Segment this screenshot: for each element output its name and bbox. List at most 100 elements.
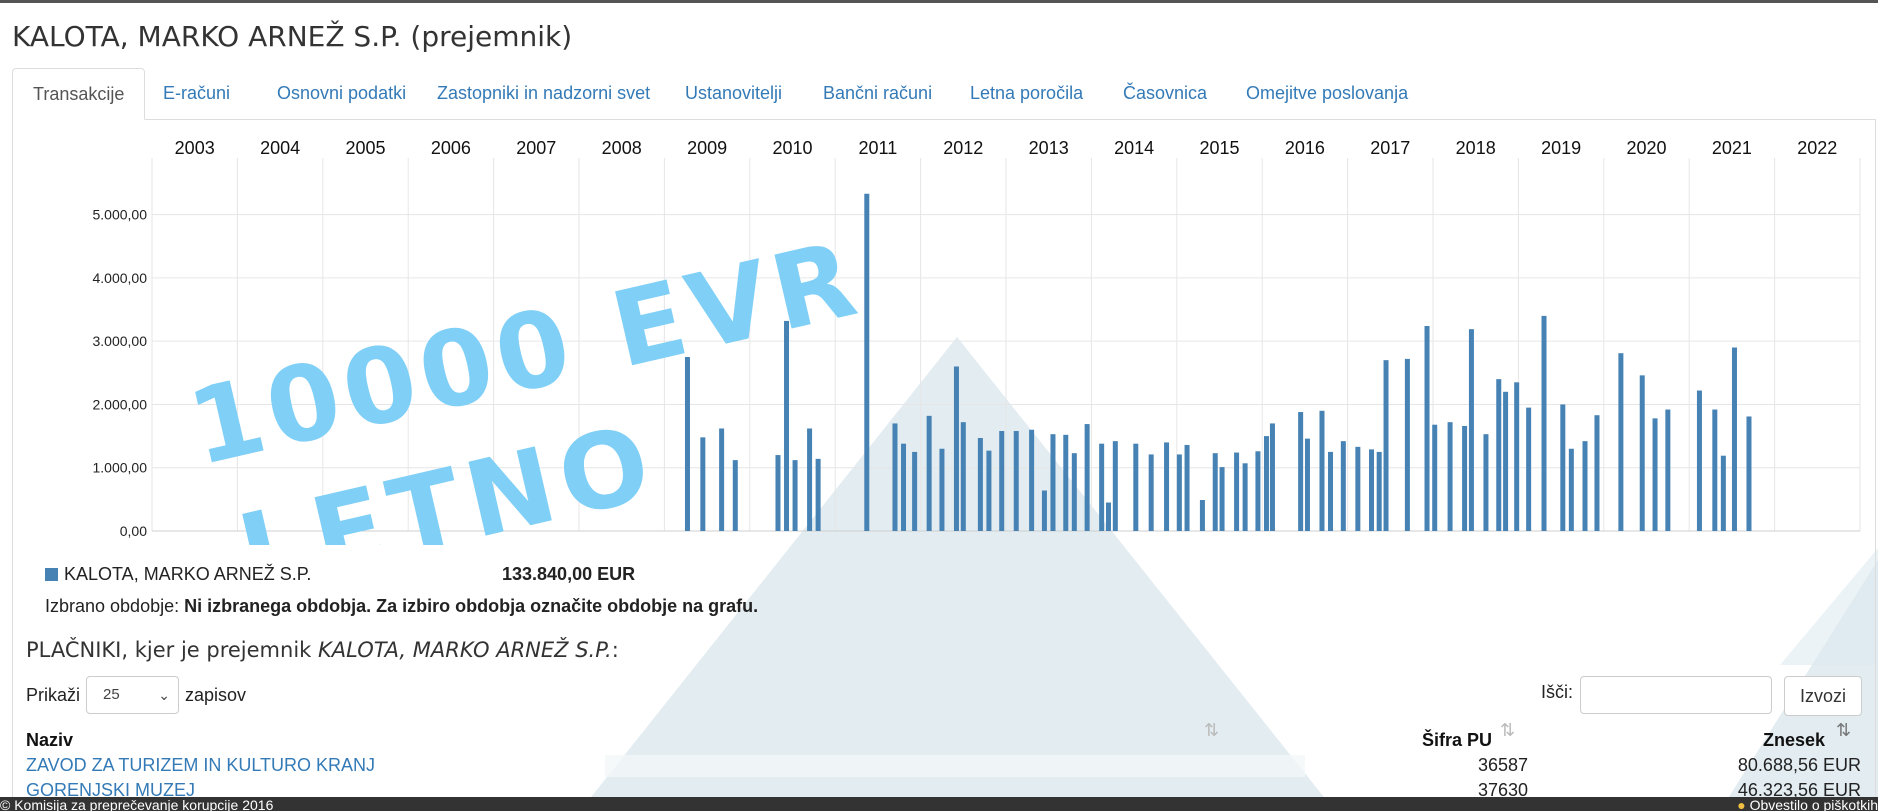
chart-bar[interactable]	[1176, 454, 1182, 531]
chart-bar[interactable]	[1369, 449, 1375, 531]
payer-name-link[interactable]: ZAVOD ZA TURIZEM IN KULTURO KRANJ	[26, 755, 375, 776]
chart-bar[interactable]	[999, 431, 1005, 531]
chart-bar[interactable]	[1099, 443, 1105, 531]
chart-bar[interactable]	[1112, 441, 1118, 531]
chart-bar[interactable]	[1063, 434, 1069, 531]
column-header-znesek[interactable]: Znesek	[1763, 730, 1825, 751]
chart-bar[interactable]	[1462, 425, 1468, 531]
chart-bar[interactable]	[1263, 436, 1269, 531]
sort-desc-icon[interactable]: ⇅	[1836, 720, 1851, 741]
chart-bar[interactable]	[1526, 407, 1532, 531]
chart-bar[interactable]	[1199, 499, 1205, 531]
chart-bar[interactable]	[912, 451, 918, 531]
chart-bar[interactable]	[939, 448, 945, 531]
chart-bar[interactable]	[1376, 451, 1382, 531]
chart-bar[interactable]	[1383, 360, 1389, 531]
chart-bar[interactable]	[1404, 358, 1410, 531]
chart-bar[interactable]	[1328, 451, 1334, 531]
chart-bar[interactable]	[1148, 454, 1154, 531]
chart-bar[interactable]	[1071, 453, 1077, 531]
chart-bar[interactable]	[1639, 375, 1645, 531]
chart-bar[interactable]	[815, 458, 821, 531]
chart-bar[interactable]	[1013, 431, 1019, 531]
chart-bar[interactable]	[960, 422, 966, 531]
chart-bar[interactable]	[1355, 446, 1361, 531]
export-button[interactable]: Izvozi	[1784, 676, 1862, 716]
chart-bar[interactable]	[1483, 434, 1489, 531]
column-header-sifra-pu[interactable]: Šifra PU	[1422, 730, 1492, 751]
chart-bar[interactable]	[864, 193, 870, 532]
chart-bar[interactable]	[807, 428, 813, 531]
chart-bar[interactable]	[1164, 442, 1170, 531]
chart-bar[interactable]	[1746, 416, 1752, 531]
page-size-select[interactable]: 25 ⌄	[86, 676, 180, 714]
chart-bar[interactable]	[1720, 455, 1726, 531]
tab-letna-porocila[interactable]: Letna poročila	[950, 68, 1103, 120]
tab-bancni-racuni[interactable]: Bančni računi	[803, 68, 952, 120]
chart-bar[interactable]	[1029, 429, 1035, 531]
chart-bar[interactable]	[1696, 390, 1702, 531]
chart-bar[interactable]	[719, 428, 725, 531]
chart-bar[interactable]	[1652, 418, 1658, 531]
chart-bar[interactable]	[700, 437, 706, 531]
chart-bar[interactable]	[1541, 315, 1547, 531]
tab-zastopniki[interactable]: Zastopniki in nadzorni svet	[417, 68, 670, 120]
chart-bar[interactable]	[1105, 502, 1111, 531]
tab-omejitve-poslovanja[interactable]: Omejitve poslovanja	[1226, 68, 1428, 120]
chart-bar[interactable]	[1219, 467, 1225, 531]
chart-bar[interactable]	[1304, 438, 1310, 531]
chart-bar[interactable]	[1618, 353, 1624, 531]
chart-bar[interactable]	[1255, 451, 1261, 531]
chart-bar[interactable]	[1041, 490, 1047, 531]
tab-ustanovitelji[interactable]: Ustanovitelji	[665, 68, 802, 120]
sort-icon[interactable]: ⇅	[1204, 720, 1219, 741]
chart-bar[interactable]	[901, 443, 907, 531]
sort-icon[interactable]: ⇅	[1500, 720, 1515, 741]
chart-bar[interactable]	[1133, 443, 1139, 531]
chart-bar[interactable]	[1424, 325, 1430, 531]
chart-bar[interactable]	[1234, 452, 1240, 531]
chart-bar[interactable]	[1050, 434, 1056, 531]
chart-bar[interactable]	[1468, 329, 1474, 531]
chart-bar[interactable]	[1503, 391, 1509, 531]
chart-bar[interactable]	[892, 423, 898, 531]
chart-bar[interactable]	[1665, 409, 1671, 531]
chart-bar[interactable]	[1712, 409, 1718, 531]
tab-e-racuni[interactable]: E-računi	[143, 68, 250, 120]
chart-bar[interactable]	[1298, 412, 1304, 531]
chart-bar[interactable]	[1731, 347, 1737, 531]
chart-bar[interactable]	[1560, 404, 1566, 531]
tab-casovnica[interactable]: Časovnica	[1103, 68, 1227, 120]
tab-transakcije[interactable]: Transakcije	[12, 68, 146, 120]
chart-bar[interactable]	[1269, 423, 1275, 531]
chart-bar[interactable]	[1184, 444, 1190, 531]
chart-bar[interactable]	[1340, 441, 1346, 531]
page-size-value: 25	[103, 686, 120, 703]
cookie-notice-link[interactable]: ● Obvestilo o piškotkih	[1737, 798, 1878, 811]
chart-bar[interactable]	[953, 366, 959, 531]
chart-bar[interactable]	[977, 437, 983, 531]
chart-bar[interactable]	[1496, 379, 1502, 531]
search-input[interactable]	[1580, 676, 1772, 714]
tab-osnovni-podatki[interactable]: Osnovni podatki	[257, 68, 426, 120]
chart-bar[interactable]	[1568, 448, 1574, 531]
chart-bar[interactable]	[986, 450, 992, 531]
chart-bar[interactable]	[926, 415, 932, 531]
chart-bar[interactable]	[684, 357, 690, 531]
chart-bar[interactable]	[1432, 424, 1438, 531]
column-header-naziv[interactable]: Naziv	[26, 730, 73, 751]
chart-bar[interactable]	[1212, 453, 1218, 531]
transactions-chart[interactable]: 0,00 1.000,00 2.000,00 3.000,00 4.000,00 5.00…	[0, 125, 1878, 545]
chart-bar[interactable]	[1447, 422, 1453, 531]
chart-bar[interactable]	[775, 455, 781, 531]
chart-bar[interactable]	[1242, 463, 1248, 531]
chart-legend[interactable]: KALOTA, MARKO ARNEŽ S.P.	[45, 564, 311, 585]
chart-bar[interactable]	[1514, 382, 1520, 531]
chart-bar[interactable]	[1594, 415, 1600, 531]
x-tick-label: 2013	[1029, 138, 1069, 158]
chart-bar[interactable]	[1084, 424, 1090, 531]
chart-bar[interactable]	[732, 460, 738, 531]
chart-bar[interactable]	[1319, 410, 1325, 531]
chart-bar[interactable]	[792, 460, 798, 531]
chart-bar[interactable]	[1582, 441, 1588, 531]
